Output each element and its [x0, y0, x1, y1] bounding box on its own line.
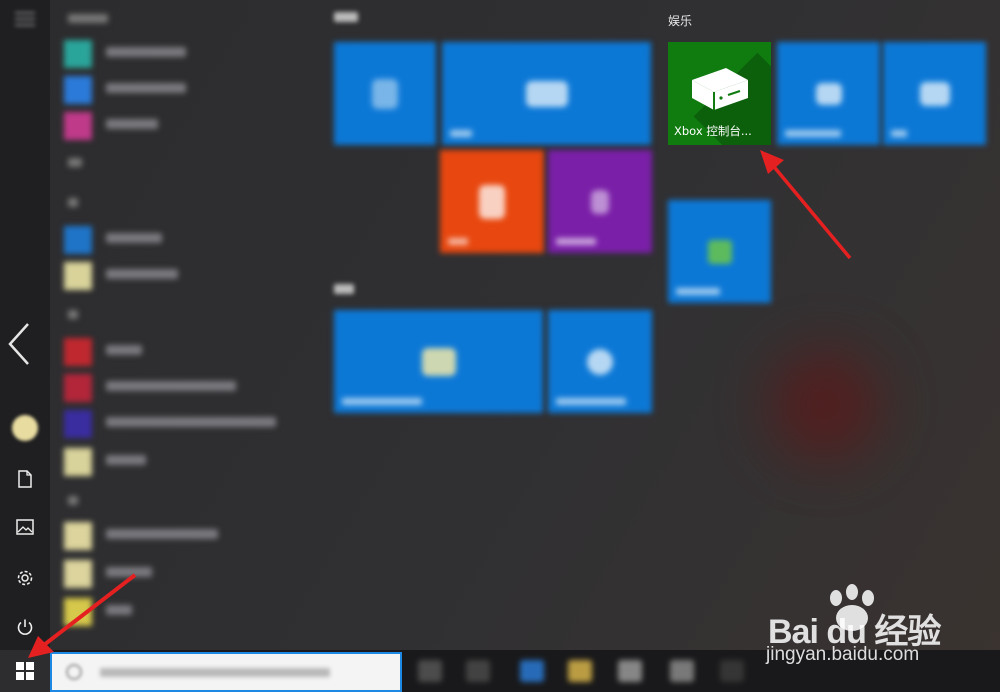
tile-movies[interactable] — [777, 42, 880, 145]
tile-photos[interactable] — [883, 42, 986, 145]
tile-group-label — [334, 284, 354, 294]
start-button[interactable] — [0, 650, 50, 692]
file-explorer-icon[interactable] — [568, 660, 592, 682]
tile-group-label — [334, 12, 358, 22]
store-icon[interactable] — [618, 660, 642, 682]
tile-group-label-entertainment: 娱乐 — [668, 14, 693, 28]
mail-icon[interactable] — [670, 660, 694, 682]
app-list-group-header — [68, 14, 108, 23]
settings-icon[interactable] — [13, 566, 37, 590]
list-item[interactable] — [64, 408, 304, 440]
app-list-group-header — [68, 310, 78, 319]
list-item[interactable] — [64, 520, 304, 552]
xbox-tile-label: Xbox 控制台... — [674, 124, 752, 138]
list-item[interactable] — [64, 372, 304, 404]
tile-office[interactable] — [440, 150, 544, 253]
list-item[interactable] — [64, 38, 304, 70]
windows-logo-icon — [16, 662, 34, 680]
list-item[interactable] — [64, 336, 304, 368]
documents-icon[interactable] — [13, 467, 37, 491]
taskbar-app-icon[interactable] — [720, 660, 744, 682]
search-icon — [66, 664, 82, 680]
list-item[interactable] — [64, 596, 304, 628]
xbox-console-tile[interactable]: Xbox 控制台... — [668, 42, 771, 145]
tile-area: 娱乐 Xbox 控制台... — [320, 0, 1000, 650]
list-item[interactable] — [64, 260, 304, 292]
xbox-console-icon — [692, 68, 748, 110]
list-item[interactable] — [64, 110, 304, 142]
app-list — [50, 0, 315, 650]
tile-calendar[interactable] — [334, 42, 436, 145]
tile-mail[interactable] — [442, 42, 651, 145]
task-view-icon[interactable] — [418, 660, 442, 682]
tile-groove[interactable] — [668, 200, 771, 303]
app-list-group-header — [68, 198, 78, 207]
list-item[interactable] — [64, 74, 304, 106]
watermark-url: jingyan.baidu.com — [766, 644, 920, 665]
taskbar-app-icon[interactable] — [466, 660, 490, 682]
avatar[interactable] — [12, 415, 38, 441]
app-list-group-header — [68, 158, 82, 167]
menu-icon[interactable] — [15, 12, 35, 26]
power-icon[interactable] — [13, 615, 37, 639]
start-left-rail — [0, 0, 50, 692]
tile-onenote[interactable] — [548, 150, 652, 253]
baidu-jingyan-watermark: Bai du 经验 jingyan.baidu.com — [760, 582, 990, 672]
list-item[interactable] — [64, 224, 304, 256]
list-item[interactable] — [64, 446, 304, 478]
tile-edge[interactable] — [548, 310, 652, 413]
chevron-left-icon[interactable] — [4, 320, 34, 372]
edge-icon[interactable] — [520, 660, 544, 682]
search-input[interactable] — [50, 652, 402, 692]
pictures-icon[interactable] — [13, 515, 37, 539]
app-list-group-header — [68, 496, 78, 505]
tile-store[interactable] — [334, 310, 543, 413]
list-item[interactable] — [64, 558, 304, 590]
search-placeholder — [100, 668, 330, 677]
